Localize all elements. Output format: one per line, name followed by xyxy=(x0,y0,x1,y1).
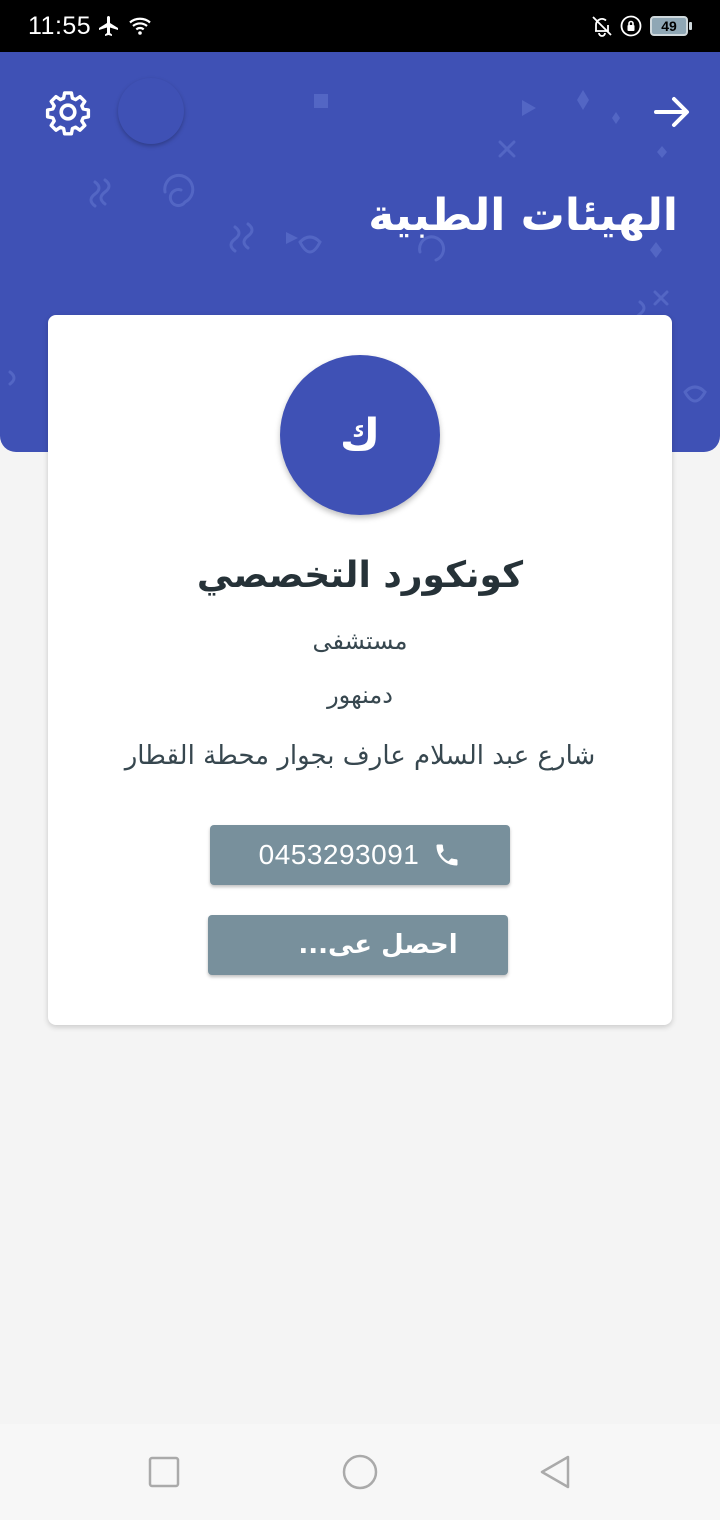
circle-icon xyxy=(342,1454,378,1490)
facility-address: شارع عبد السلام عارف بجوار محطة القطار xyxy=(124,741,596,771)
avatar-letter: ك xyxy=(339,409,381,461)
settings-button[interactable] xyxy=(44,88,92,136)
directions-button[interactable]: احصل عى... xyxy=(208,915,508,975)
battery-icon: 49 xyxy=(650,16,692,36)
recents-button[interactable] xyxy=(144,1452,184,1492)
airplane-icon xyxy=(99,16,118,36)
gear-icon xyxy=(45,91,91,136)
profile-avatar[interactable] xyxy=(118,78,184,144)
facility-name: كونكورد التخصصي xyxy=(196,555,524,596)
facility-card: ك كونكورد التخصصي مستشفى دمنهور شارع عبد… xyxy=(48,315,672,1025)
home-button[interactable] xyxy=(340,1452,380,1492)
facility-avatar: ك xyxy=(280,355,440,515)
wifi-icon xyxy=(129,17,151,35)
call-button[interactable]: 0453293091 xyxy=(210,825,510,885)
square-icon xyxy=(148,1456,180,1488)
phone-number: 0453293091 xyxy=(258,839,420,870)
page-title: الهيئات الطبية xyxy=(368,190,678,241)
triangle-back-icon xyxy=(540,1455,570,1489)
back-nav-button[interactable] xyxy=(536,1452,576,1492)
status-bar: 11:55 49 xyxy=(0,0,720,52)
bell-off-icon xyxy=(592,16,612,37)
directions-label: احصل عى... xyxy=(298,930,458,960)
facility-city: دمنهور xyxy=(327,681,393,709)
arrow-right-icon xyxy=(654,97,689,127)
phone-icon xyxy=(436,844,458,866)
screen: 11:55 49 الهيئات الطبية ك كونكورد التخصص… xyxy=(0,0,720,1520)
facility-type: مستشفى xyxy=(312,627,408,655)
lock-rotation-icon xyxy=(620,15,642,37)
system-nav-bar xyxy=(0,1424,720,1520)
status-time: 11:55 xyxy=(28,12,92,40)
back-button[interactable] xyxy=(648,88,696,136)
